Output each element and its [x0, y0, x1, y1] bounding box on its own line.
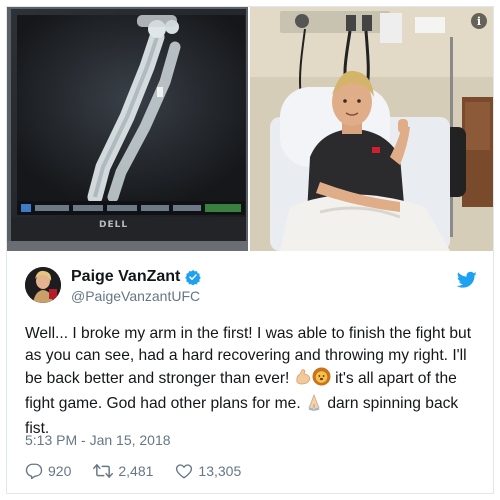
display-name[interactable]: Paige VanZant [71, 268, 180, 286]
tweet-timestamp[interactable]: 5:13 PM - Jan 15, 2018 [25, 432, 171, 448]
retweet-icon [93, 464, 114, 478]
user-handle[interactable]: @PaigeVanzantUFC [71, 288, 200, 304]
reply-count: 920 [48, 463, 72, 479]
like-count: 13,305 [198, 463, 242, 479]
reply-button[interactable]: 920 [25, 462, 71, 480]
avatar-image [25, 267, 61, 303]
lion-face-emoji-icon [312, 367, 331, 393]
folded-hands-emoji-icon [305, 393, 323, 418]
verified-badge-icon [185, 270, 202, 285]
tweet-text-line: darn spinning back [322, 395, 459, 412]
flexed-biceps-emoji-icon [294, 368, 312, 393]
retweet-count: 2,481 [118, 463, 154, 479]
twitter-bird-icon[interactable] [457, 271, 477, 289]
avatar[interactable] [25, 267, 61, 303]
hospital-image [250, 7, 493, 251]
reply-icon [25, 463, 43, 480]
tweet-media[interactable]: DELL i [7, 7, 493, 251]
like-button[interactable]: 13,305 [175, 462, 241, 480]
tweet-header: Paige VanZant @PaigeVanzantUFC [25, 267, 477, 307]
retweet-button[interactable]: 2,481 [93, 462, 153, 480]
tweet-text-line: fight game. God had other plans for me. [25, 395, 305, 412]
name-row: Paige VanZant [71, 268, 202, 286]
info-icon[interactable]: i [471, 13, 487, 29]
tweet-text-line: as you can see, had a hard recovering an… [25, 347, 467, 364]
tweet-actions: 920 2,481 13,305 [25, 461, 263, 481]
tweet-text-line: be back better and stronger than ever! [25, 370, 294, 387]
heart-icon [176, 464, 193, 479]
tweet-text: Well... I broke my arm in the first! I w… [25, 323, 483, 440]
monitor-brand-label: DELL [99, 220, 129, 230]
tweet-card: DELL i Paige VanZant @PaigeVanzantUFC We… [6, 6, 494, 494]
xray-photo[interactable]: DELL [7, 7, 248, 251]
xray-image [7, 7, 248, 251]
tweet-text-line: Well... I broke my arm in the first! I w… [25, 325, 472, 342]
hospital-photo[interactable] [250, 7, 493, 251]
tweet-text-line: it's all apart of the [330, 370, 457, 387]
